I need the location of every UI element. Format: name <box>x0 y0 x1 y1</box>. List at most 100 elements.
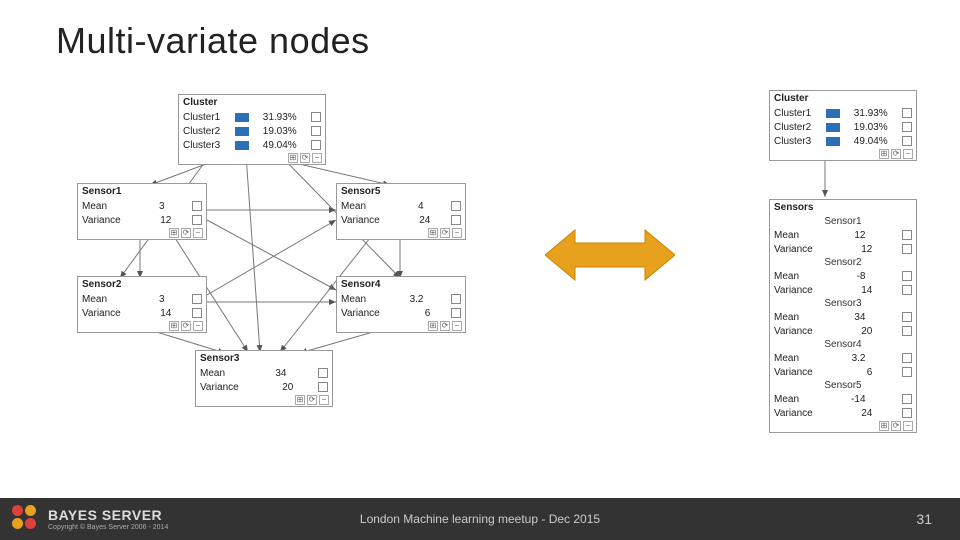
row-label: Variance <box>82 215 121 226</box>
checkbox[interactable] <box>192 201 202 211</box>
grid-icon[interactable]: ⊞ <box>169 321 179 331</box>
refresh-icon[interactable]: ⟳ <box>181 321 191 331</box>
section-title: Sensor5 <box>770 379 916 392</box>
checkbox[interactable] <box>192 294 202 304</box>
refresh-icon[interactable]: ⟳ <box>307 395 317 405</box>
checkbox[interactable] <box>902 367 912 377</box>
node-title: Sensor3 <box>196 351 332 366</box>
minus-icon[interactable]: − <box>193 321 203 331</box>
checkbox[interactable] <box>902 136 912 146</box>
checkbox[interactable] <box>451 308 461 318</box>
stat-row: Mean-14 <box>770 392 916 406</box>
grid-icon[interactable]: ⊞ <box>879 149 889 159</box>
row-label: Variance <box>774 326 813 337</box>
stat-row: Variance14 <box>770 283 916 297</box>
minus-icon[interactable]: − <box>312 153 322 163</box>
checkbox[interactable] <box>311 112 321 122</box>
sensor-node: Sensor3Mean34Variance20⊞⟳− <box>195 350 333 407</box>
section-title: Sensor3 <box>770 297 916 310</box>
checkbox[interactable] <box>451 215 461 225</box>
grid-icon[interactable]: ⊞ <box>288 153 298 163</box>
checkbox[interactable] <box>902 312 912 322</box>
checkbox[interactable] <box>451 294 461 304</box>
refresh-icon[interactable]: ⟳ <box>181 228 191 238</box>
logo-icon <box>12 505 40 533</box>
row-value: 24 <box>398 215 430 226</box>
checkbox[interactable] <box>902 394 912 404</box>
sensor-node: Sensor5Mean4Variance24⊞⟳− <box>336 183 466 240</box>
row-value: 3 <box>133 201 165 212</box>
cluster-row: Cluster3 49.04% <box>770 134 916 148</box>
node-title: Sensors <box>770 200 916 215</box>
checkbox[interactable] <box>902 122 912 132</box>
checkbox[interactable] <box>902 326 912 336</box>
stat-row: Variance14 <box>78 306 206 320</box>
row-value: 20 <box>261 382 293 393</box>
grid-icon[interactable]: ⊞ <box>428 228 438 238</box>
row-label: Variance <box>82 308 121 319</box>
minus-icon[interactable]: − <box>903 421 913 431</box>
checkbox[interactable] <box>192 215 202 225</box>
bar-icon <box>826 137 840 146</box>
checkbox[interactable] <box>902 108 912 118</box>
stat-row: Mean -8 <box>770 269 916 283</box>
row-label: Cluster1 <box>183 112 220 123</box>
row-value: 12 <box>840 244 872 255</box>
checkbox[interactable] <box>902 271 912 281</box>
checkbox[interactable] <box>902 244 912 254</box>
refresh-icon[interactable]: ⟳ <box>891 421 901 431</box>
sensor-node: Sensor4Mean3.2Variance6⊞⟳− <box>336 276 466 333</box>
node-footer: ⊞⟳− <box>78 320 206 332</box>
minus-icon[interactable]: − <box>193 228 203 238</box>
checkbox[interactable] <box>902 230 912 240</box>
refresh-icon[interactable]: ⟳ <box>440 321 450 331</box>
row-value: -8 <box>834 271 866 282</box>
row-label: Variance <box>774 408 813 419</box>
checkbox[interactable] <box>902 285 912 295</box>
row-value: 34 <box>834 312 866 323</box>
checkbox[interactable] <box>902 408 912 418</box>
checkbox[interactable] <box>318 368 328 378</box>
minus-icon[interactable]: − <box>903 149 913 159</box>
double-arrow-icon <box>545 225 675 285</box>
minus-icon[interactable]: − <box>452 228 462 238</box>
row-label: Cluster3 <box>183 140 220 151</box>
node-footer: ⊞⟳− <box>196 394 332 406</box>
grid-icon[interactable]: ⊞ <box>428 321 438 331</box>
checkbox[interactable] <box>311 140 321 150</box>
row-label: Mean <box>774 394 799 405</box>
stat-row: Mean3 <box>78 199 206 213</box>
grid-icon[interactable]: ⊞ <box>879 421 889 431</box>
checkbox[interactable] <box>451 201 461 211</box>
checkbox[interactable] <box>192 308 202 318</box>
row-label: Variance <box>200 382 239 393</box>
grid-icon[interactable]: ⊞ <box>169 228 179 238</box>
refresh-icon[interactable]: ⟳ <box>300 153 310 163</box>
row-label: Mean <box>200 368 225 379</box>
checkbox[interactable] <box>902 353 912 363</box>
row-label: Mean <box>341 294 366 305</box>
stat-row: Variance 20 <box>196 380 332 394</box>
refresh-icon[interactable]: ⟳ <box>891 149 901 159</box>
row-label: Variance <box>341 215 380 226</box>
row-value: 24 <box>840 408 872 419</box>
stat-row: Mean12 <box>770 228 916 242</box>
row-value: 49.04% <box>854 136 888 147</box>
cluster-row: Cluster2 19.03% <box>179 124 325 138</box>
row-label: Cluster2 <box>774 122 811 133</box>
grid-icon[interactable]: ⊞ <box>295 395 305 405</box>
checkbox[interactable] <box>311 126 321 136</box>
refresh-icon[interactable]: ⟳ <box>440 228 450 238</box>
stat-row: Variance20 <box>770 324 916 338</box>
minus-icon[interactable]: − <box>452 321 462 331</box>
node-footer: ⊞⟳− <box>337 227 465 239</box>
row-label: Mean <box>774 271 799 282</box>
cluster-row: Cluster1 31.93% <box>770 106 916 120</box>
page-number: 31 <box>916 511 932 527</box>
left-cluster-node: Cluster Cluster1 31.93% Cluster2 19.03% … <box>178 94 326 165</box>
node-footer: ⊞⟳− <box>337 320 465 332</box>
node-footer: ⊞ ⟳ − <box>770 148 916 160</box>
checkbox[interactable] <box>318 382 328 392</box>
row-label: Mean <box>774 312 799 323</box>
minus-icon[interactable]: − <box>319 395 329 405</box>
